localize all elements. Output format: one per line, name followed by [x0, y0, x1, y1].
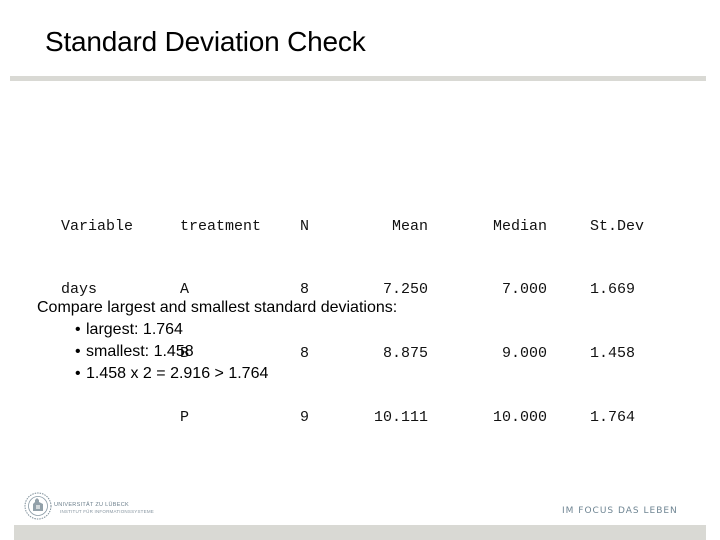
column-header-treatment: treatment — [180, 217, 262, 235]
bullet-text: 1.458 x 2 = 2.916 > 1.764 — [86, 365, 269, 382]
cell-median: 10.000 — [492, 409, 547, 427]
bullet-item-ratio: • 1.458 x 2 = 2.916 > 1.764 — [75, 363, 397, 385]
cell-median: 9.000 — [501, 345, 547, 363]
bullet-item-smallest: • smallest: 1.458 — [75, 341, 397, 363]
institution-subtitle: INSTITUT FÜR INFORMATIONSSYSTEME — [60, 509, 154, 514]
cell-median: 7.000 — [501, 281, 547, 299]
comparison-bullet-list: • largest: 1.764 • smallest: 1.458 • 1.4… — [37, 319, 397, 385]
bullet-text: largest: 1.764 — [86, 321, 183, 338]
cell-mean: 10.111 — [373, 409, 428, 427]
column-median: Median 7.000 9.000 10.000 — [460, 173, 547, 471]
bullet-item-largest: • largest: 1.764 — [75, 319, 397, 341]
cell-stdev: 1.458 — [590, 345, 636, 363]
comparison-heading: Compare largest and smallest standard de… — [37, 299, 398, 316]
slide-title: Standard Deviation Check — [45, 26, 366, 57]
cell-n: 9 — [300, 409, 310, 427]
comparison-block: Compare largest and smallest standard de… — [37, 297, 397, 385]
column-stdev: St.Dev 1.669 1.458 1.764 — [590, 173, 644, 471]
bullet-icon: • — [75, 365, 81, 382]
bullet-icon: • — [75, 321, 81, 338]
footer-slogan: IM FOCUS DAS LEBEN — [562, 506, 678, 516]
cell-variable — [61, 407, 133, 428]
bullet-text: smallest: 1.458 — [86, 343, 194, 360]
university-logo: UNIVERSITÄT ZU LÜBECK INSTITUT FÜR INFOR… — [24, 492, 164, 524]
bullet-icon: • — [75, 343, 81, 360]
cell-stdev: 1.669 — [590, 281, 636, 299]
column-header-mean: Mean — [391, 217, 428, 235]
column-header-median: Median — [492, 217, 547, 235]
footer-bar — [14, 525, 706, 540]
column-header-stdev: St.Dev — [590, 217, 645, 235]
cell-stdev: 1.764 — [590, 409, 636, 427]
column-header-variable: Variable — [61, 217, 134, 235]
column-header-n: N — [300, 217, 310, 235]
title-divider — [10, 76, 706, 81]
cell-treatment: P — [180, 409, 190, 427]
institution-name: UNIVERSITÄT ZU LÜBECK — [54, 502, 129, 508]
university-seal-icon — [24, 492, 52, 520]
